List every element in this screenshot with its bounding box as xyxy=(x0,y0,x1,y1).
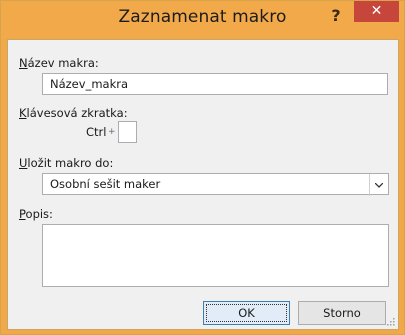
store-macro-label: Uložit makro do: xyxy=(19,156,114,170)
cancel-button[interactable]: Storno xyxy=(298,301,386,325)
macro-name-label: Název makra: xyxy=(19,56,99,70)
macro-name-value: Název_makra xyxy=(50,77,129,91)
description-label: Popis: xyxy=(19,207,53,221)
ok-button[interactable]: OK xyxy=(203,301,290,325)
cancel-button-label: Storno xyxy=(323,306,361,320)
store-macro-select[interactable]: Osobní sešit maker xyxy=(42,173,389,196)
title-bar[interactable]: Zaznamenat makro ? ✕ xyxy=(1,1,404,39)
resize-grip-icon[interactable] xyxy=(385,316,395,326)
chevron-down-icon[interactable] xyxy=(369,174,388,196)
close-button[interactable]: ✕ xyxy=(354,1,399,22)
shortcut-key-input[interactable] xyxy=(118,121,137,143)
ctrl-label: Ctrl xyxy=(86,125,107,139)
plus-label: + xyxy=(108,127,116,137)
record-macro-dialog: Zaznamenat makro ? ✕ Název makra: Název_… xyxy=(0,0,405,335)
description-textarea[interactable] xyxy=(42,224,389,287)
store-macro-value: Osobní sešit maker xyxy=(50,177,161,191)
shortcut-label: Klávesová zkratka: xyxy=(19,106,128,120)
help-button[interactable]: ? xyxy=(325,5,347,27)
focus-ring xyxy=(206,304,287,322)
dialog-body: Název makra: Název_makra Klávesová zkrat… xyxy=(7,39,399,330)
close-icon: ✕ xyxy=(370,3,383,19)
macro-name-input[interactable]: Název_makra xyxy=(42,73,388,95)
